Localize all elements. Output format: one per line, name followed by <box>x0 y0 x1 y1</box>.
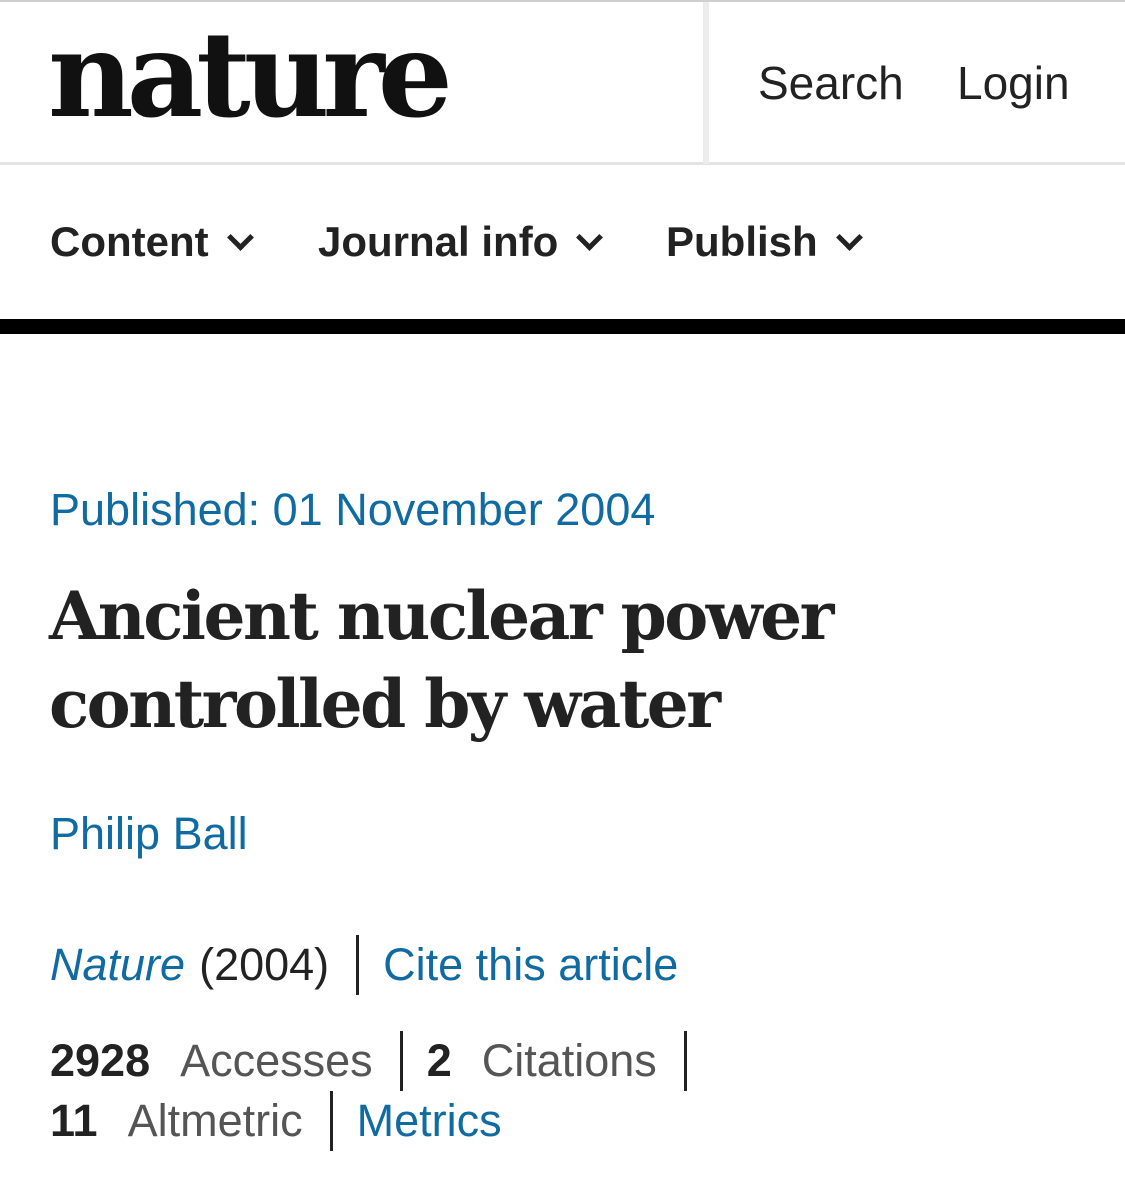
login-link[interactable]: Login <box>957 60 1070 106</box>
nav-publish-label: Publish <box>666 218 818 265</box>
published-date: Published: 01 November 2004 <box>50 484 656 535</box>
article-title-line-2: controlled by water <box>49 665 721 743</box>
main-nav: Content Journal info Publish <box>0 165 1125 319</box>
metrics-row: 2928 Accesses 2 Citations <box>50 1030 711 1092</box>
nav-publish-menu[interactable]: Publish <box>666 218 863 266</box>
nav-content-label: Content <box>50 218 209 265</box>
nav-content-menu[interactable]: Content <box>50 218 254 266</box>
header-divider <box>703 2 709 164</box>
nav-journal-info-menu[interactable]: Journal info <box>318 218 604 266</box>
separator <box>399 1031 403 1091</box>
metrics-link[interactable]: Metrics <box>357 1095 502 1147</box>
accesses-count: 2928 <box>50 1035 151 1086</box>
chevron-down-icon <box>226 223 254 251</box>
accesses-label: Accesses <box>180 1035 373 1086</box>
citations-label: Citations <box>481 1035 657 1086</box>
separator <box>683 1031 687 1091</box>
metrics-row: 11 Altmetric Metrics <box>50 1090 502 1152</box>
article-title: Ancient nuclear power controlled by wate… <box>49 572 929 748</box>
separator <box>329 1091 333 1151</box>
journal-year: (2004) <box>199 939 330 990</box>
site-header: nature Search Login <box>0 0 1125 165</box>
citations-count: 2 <box>426 1035 452 1086</box>
chevron-down-icon <box>835 223 863 251</box>
citation-line: Nature (2004) Cite this article <box>50 934 678 996</box>
altmetric-label: Altmetric <box>127 1095 303 1146</box>
search-link[interactable]: Search <box>758 60 904 106</box>
altmetric-count: 11 <box>50 1095 98 1146</box>
separator <box>356 935 360 995</box>
cite-article-link[interactable]: Cite this article <box>383 939 678 991</box>
author-link[interactable]: Philip Ball <box>50 807 248 861</box>
journal-name: Nature <box>50 939 186 990</box>
nature-logo[interactable]: nature <box>48 16 453 134</box>
nav-divider <box>0 319 1125 334</box>
article-title-line-1: Ancient nuclear power <box>49 577 834 655</box>
nav-journal-info-label: Journal info <box>318 218 559 265</box>
chevron-down-icon <box>576 223 604 251</box>
